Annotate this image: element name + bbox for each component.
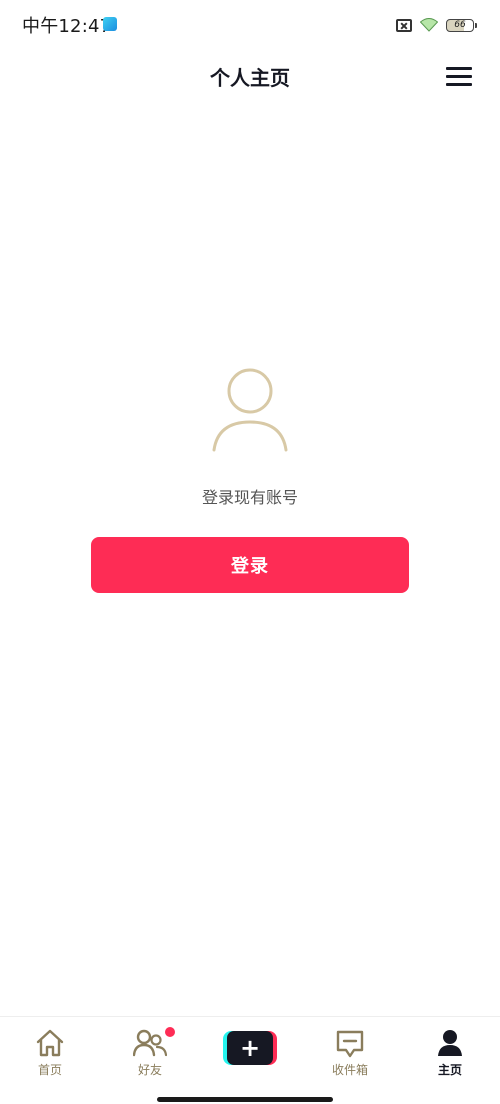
status-bar: 中午12:47 66 — [0, 0, 500, 48]
header: 个人主页 — [0, 50, 500, 102]
battery-icon: 66 — [446, 18, 477, 32]
avatar-placeholder-icon — [210, 366, 290, 454]
wifi-icon — [420, 18, 438, 32]
hamburger-icon-line — [446, 67, 472, 70]
no-sim-icon — [396, 18, 412, 32]
plus-icon: + — [227, 1031, 273, 1065]
nav-label: 首页 — [37, 1063, 62, 1077]
nav-item-inbox[interactable]: 收件箱 — [310, 1029, 390, 1081]
menu-button[interactable] — [446, 66, 472, 88]
nav-item-friends[interactable]: 好友 — [110, 1027, 190, 1081]
notification-badge-dot — [165, 1027, 175, 1037]
nav-item-profile[interactable]: 主页 — [410, 1029, 490, 1081]
friends-icon — [132, 1029, 168, 1061]
battery-level: 66 — [454, 20, 466, 30]
nav-label: 主页 — [437, 1063, 462, 1077]
home-indicator — [157, 1097, 333, 1102]
profile-icon — [436, 1029, 464, 1061]
login-prompt: 登录现有账号 — [201, 488, 298, 507]
notification-app-icon — [103, 17, 117, 31]
inbox-icon — [335, 1029, 365, 1063]
hamburger-icon-line — [446, 83, 472, 86]
status-icons: 66 — [396, 15, 477, 35]
create-button[interactable]: + — [223, 1031, 277, 1065]
nav-label: 好友 — [137, 1063, 162, 1077]
nav-label: 收件箱 — [331, 1063, 368, 1077]
status-time: 中午12:47 — [22, 16, 112, 37]
nav-item-home[interactable]: 首页 — [10, 1029, 90, 1081]
home-icon — [35, 1029, 65, 1061]
page-title: 个人主页 — [210, 66, 290, 90]
bottom-nav: 首页 好友 + 收件箱 主页 — [0, 1016, 500, 1104]
hamburger-icon-line — [446, 75, 472, 78]
login-button[interactable]: 登录 — [91, 537, 409, 593]
